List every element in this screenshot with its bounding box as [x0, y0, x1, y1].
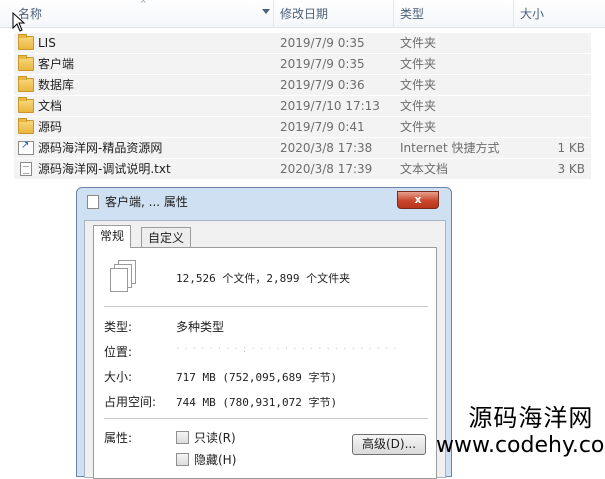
- disk-size-label: 占用空间:: [104, 395, 157, 409]
- divider: [104, 306, 428, 307]
- document-icon: [87, 195, 99, 209]
- file-size: 3 KB: [557, 162, 585, 176]
- folder-icon: [18, 97, 34, 113]
- readonly-label[interactable]: 只读(R): [194, 429, 236, 446]
- folder-icon: [18, 118, 34, 134]
- file-row-source[interactable]: 源码 2019/7/9 0:41 文件夹: [14, 117, 591, 138]
- column-size[interactable]: 大小: [514, 0, 605, 28]
- file-row-text[interactable]: 源码海洋网-调试说明.txt 2020/3/8 17:39 文本文档 3 KB: [14, 159, 591, 180]
- file-row-lis[interactable]: LIS 2019/7/9 0:35 文件夹: [14, 33, 591, 54]
- type-value: 多种类型: [176, 320, 225, 334]
- location-value: · · · · · · · · : · · · · · · · · · · · …: [176, 344, 398, 355]
- file-date: 2019/7/9 0:35: [280, 36, 365, 50]
- watermark-url: www.codehy.com: [436, 433, 605, 458]
- file-date: 2019/7/9 0:41: [280, 120, 365, 134]
- size-label: 大小:: [104, 370, 133, 384]
- advanced-button[interactable]: 高级(D)...: [352, 434, 426, 455]
- file-name: 文档: [38, 99, 63, 113]
- disk-size-value: 744 MB (780,931,072 字节): [176, 396, 338, 409]
- text-file-icon: [20, 162, 32, 176]
- attributes-label: 属性:: [104, 431, 133, 445]
- general-panel: 12,526 个文件，2,899 个文件夹 类型: 多种类型 位置: · · ·…: [93, 247, 437, 479]
- file-size: 1 KB: [557, 141, 585, 155]
- column-name[interactable]: 名称: [12, 0, 274, 28]
- file-type: 文件夹: [400, 120, 437, 134]
- tab-general[interactable]: 常规: [93, 225, 132, 248]
- file-date: 2020/3/8 17:38: [280, 141, 373, 155]
- location-label: 位置:: [104, 345, 133, 359]
- column-header: ^ 名称 修改日期 类型 大小: [0, 0, 605, 28]
- file-type: 文本文档: [400, 162, 449, 176]
- file-row-client[interactable]: 客户端 2019/7/9 0:35 文件夹: [14, 54, 591, 75]
- tab-custom[interactable]: 自定义: [141, 227, 192, 248]
- file-date: 2019/7/10 17:13: [280, 99, 380, 113]
- dialog-title: 客户端, ... 属性: [105, 195, 188, 209]
- size-value: 717 MB (752,095,689 字节): [176, 371, 338, 384]
- hidden-label[interactable]: 隐藏(H): [194, 451, 236, 468]
- column-date[interactable]: 修改日期: [274, 0, 394, 28]
- file-name: 客户端: [38, 57, 75, 71]
- file-name: 源码海洋网-调试说明.txt: [38, 162, 171, 176]
- file-row-database[interactable]: 数据库 2019/7/9 0:36 文件夹: [14, 75, 591, 96]
- multiple-files-icon: [108, 260, 138, 294]
- file-count-summary: 12,526 个文件，2,899 个文件夹: [176, 272, 351, 285]
- hidden-checkbox[interactable]: [176, 453, 189, 466]
- divider: [104, 418, 428, 419]
- file-date: 2019/7/9 0:35: [280, 57, 365, 71]
- file-name: 数据库: [38, 78, 75, 92]
- file-name: 源码海洋网-精品资源网: [38, 141, 163, 155]
- file-type: 文件夹: [400, 57, 437, 71]
- dialog-body: 常规 自定义 12,526 个文件，2,899 个文件夹 类型: 多种类型 位置…: [84, 220, 446, 479]
- dialog-title-bar[interactable]: 客户端, ... 属性 x: [83, 191, 443, 212]
- file-row-docs[interactable]: 文档 2019/7/10 17:13 文件夹: [14, 96, 591, 117]
- folder-icon: [18, 76, 34, 92]
- folder-icon: [18, 34, 34, 50]
- column-type[interactable]: 类型: [394, 0, 514, 28]
- watermark-title: 源码海洋网: [468, 404, 594, 432]
- watermark: 源码海洋网 www.codehy.com: [436, 404, 605, 460]
- readonly-checkbox[interactable]: [176, 431, 189, 444]
- file-type: 文件夹: [400, 99, 437, 113]
- chevron-down-icon[interactable]: [262, 9, 270, 14]
- mouse-cursor-icon: [12, 12, 26, 32]
- folder-icon: [18, 55, 34, 71]
- file-row-shortcut[interactable]: 源码海洋网-精品资源网 2020/3/8 17:38 Internet 快捷方式…: [14, 138, 591, 159]
- properties-dialog: 客户端, ... 属性 x 常规 自定义 12,526 个文件，2,899 个文…: [76, 187, 452, 479]
- file-type: 文件夹: [400, 78, 437, 92]
- file-date: 2019/7/9 0:36: [280, 78, 365, 92]
- file-date: 2020/3/8 17:39: [280, 162, 373, 176]
- file-name: LIS: [38, 36, 56, 50]
- type-label: 类型:: [104, 320, 133, 334]
- close-button[interactable]: x: [397, 191, 439, 209]
- file-type: 文件夹: [400, 36, 437, 50]
- file-name: 源码: [38, 120, 63, 134]
- file-type: Internet 快捷方式: [400, 141, 500, 155]
- shortcut-icon: [18, 140, 34, 155]
